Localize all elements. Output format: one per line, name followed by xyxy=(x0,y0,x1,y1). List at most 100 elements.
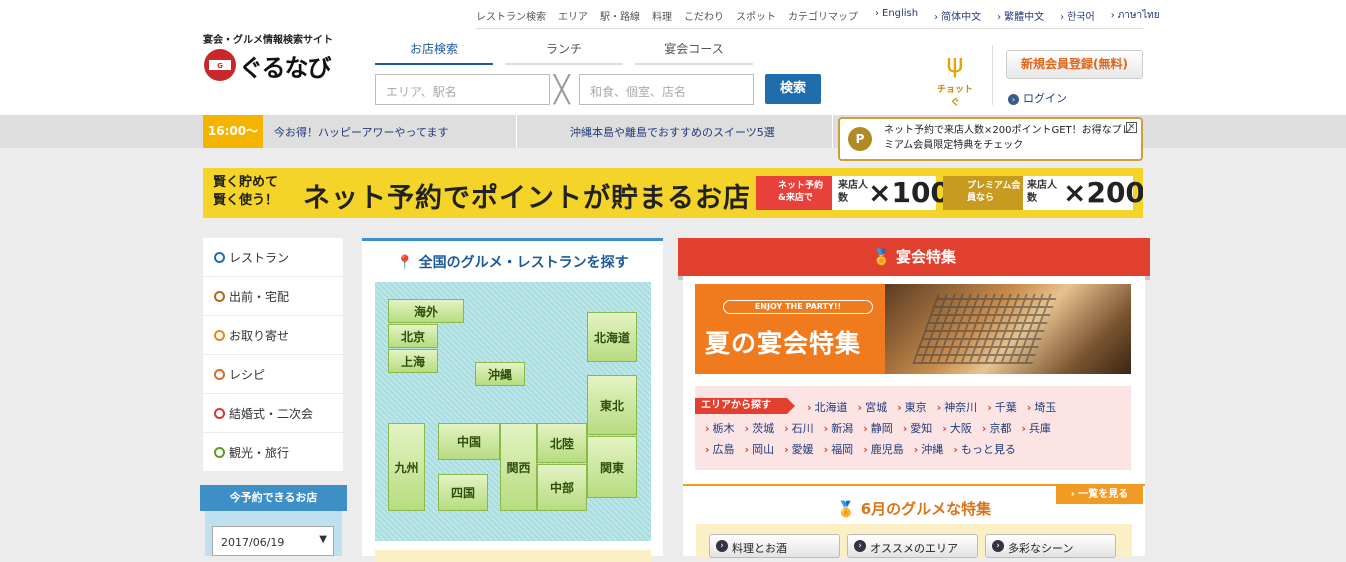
chotto-link[interactable]: ψ チョットぐ xyxy=(935,46,975,108)
logo-text: ぐるなび xyxy=(239,54,332,82)
top-nav-category-map[interactable]: カテゴリマップ xyxy=(788,8,858,23)
summer-party-promo[interactable]: ENJOY THE PARTY!! 夏の宴会特集 xyxy=(695,284,885,374)
area-link[interactable]: 埼玉 xyxy=(1027,399,1056,415)
area-link[interactable]: 岡山 xyxy=(745,441,774,457)
tab-enkai-course[interactable]: 宴会コース xyxy=(635,40,753,65)
area-link[interactable]: 静岡 xyxy=(863,420,893,436)
area-link[interactable]: 石川 xyxy=(784,420,814,436)
happy-hour-link[interactable]: 今お得！ハッピーアワーやってます xyxy=(274,124,448,140)
area-link[interactable]: 宮城 xyxy=(858,399,887,415)
enkai-title: 宴会特集 xyxy=(895,248,956,266)
cuisine-drink-button[interactable]: 料理とお酒 xyxy=(709,534,840,558)
region-kansai[interactable]: 関西 xyxy=(500,423,537,511)
top-nav-spot[interactable]: スポット xyxy=(736,8,776,23)
time-badge: 16:00〜 xyxy=(203,115,263,148)
grill-pattern xyxy=(912,294,1058,364)
recommend-area-button[interactable]: オススメのエリア xyxy=(847,534,978,558)
area-link[interactable]: 神奈川 xyxy=(937,399,977,415)
sidebar-item-otoriyose[interactable]: お取り寄せ xyxy=(203,316,343,354)
area-link[interactable]: 東京 xyxy=(897,399,927,415)
date-select[interactable]: 2017/06/19 ▼ xyxy=(212,526,334,556)
login-label: ログイン xyxy=(1023,92,1067,105)
language-links: English 简体中文 繁體中文 한국어 ภาษาไทย xyxy=(875,8,1160,23)
medal-icon: 🏅 xyxy=(872,248,891,266)
login-link[interactable]: › ログイン xyxy=(1008,90,1067,106)
area-link[interactable]: 兵庫 xyxy=(1021,420,1051,436)
divider xyxy=(516,115,517,148)
region-shanghai[interactable]: 上海 xyxy=(388,349,438,373)
scene-button[interactable]: 多彩なシーン xyxy=(985,534,1116,558)
area-link[interactable]: 新潟 xyxy=(824,420,853,436)
area-link[interactable]: 愛知 xyxy=(903,420,932,436)
lang-english[interactable]: English xyxy=(875,8,918,23)
area-link[interactable]: 愛媛 xyxy=(784,441,814,457)
area-link[interactable]: 鹿児島 xyxy=(863,441,904,457)
top-nav-station[interactable]: 駅・路線 xyxy=(600,8,640,23)
banner-box-net-count: 来店人数 xyxy=(838,180,868,204)
area-link[interactable]: 茨城 xyxy=(745,420,774,436)
tab-lunch[interactable]: ランチ xyxy=(505,40,623,65)
map-title: 📍 全国のグルメ・レストランを探す xyxy=(362,252,663,272)
sweets-link[interactable]: 沖縄本島や離島でおすすめのスイーツ5選 xyxy=(570,124,775,140)
banner-box-premium-count: 来店人数 xyxy=(1027,180,1057,204)
promo-title: 夏の宴会特集 xyxy=(705,329,862,358)
area-link[interactable]: 北海道 xyxy=(807,399,848,415)
keyword-search-input[interactable]: 和食、個室、店名 xyxy=(579,74,754,105)
map-panel: 📍 全国のグルメ・レストランを探す 海外 北京 上海 沖縄 北海道 東北 九州 … xyxy=(362,238,663,562)
area-link[interactable]: 大阪 xyxy=(942,420,972,436)
lang-simplified-chinese[interactable]: 简体中文 xyxy=(934,8,981,23)
arrow-icon: › xyxy=(1008,94,1019,105)
chevron-down-icon: ▼ xyxy=(319,534,327,545)
region-kyushu[interactable]: 九州 xyxy=(388,423,425,511)
region-overseas[interactable]: 海外 xyxy=(388,299,464,323)
sidebar-item-recipe[interactable]: レシピ xyxy=(203,355,343,393)
banner-box-net-label: ネット予約&来店で xyxy=(756,176,832,210)
top-nav-area[interactable]: エリア xyxy=(558,8,588,23)
enkai-header[interactable]: 🏅 宴会特集 xyxy=(678,238,1150,276)
area-link[interactable]: 京都 xyxy=(982,420,1011,436)
scallop-grill-image[interactable] xyxy=(885,284,1131,374)
region-tohoku[interactable]: 東北 xyxy=(587,375,637,435)
area-link[interactable]: 栃木 xyxy=(705,420,735,436)
banner-box-premium-label: プレミアム会員なら xyxy=(943,176,1023,210)
tab-shop-search[interactable]: お店検索 xyxy=(375,40,493,65)
register-button[interactable]: 新規会員登録(無料) xyxy=(1006,50,1143,79)
area-link[interactable]: 広島 xyxy=(705,441,735,457)
divider xyxy=(832,115,833,148)
region-hokuriku[interactable]: 北陸 xyxy=(537,423,587,463)
region-chugoku[interactable]: 中国 xyxy=(438,423,500,460)
region-okinawa[interactable]: 沖縄 xyxy=(475,362,525,386)
top-nav-restaurant[interactable]: レストラン検索 xyxy=(476,8,546,23)
region-chubu[interactable]: 中部 xyxy=(537,464,587,511)
region-shikoku[interactable]: 四国 xyxy=(438,474,488,511)
sidebar-item-restaurant[interactable]: レストラン xyxy=(203,238,343,276)
divider xyxy=(992,45,993,105)
sidebar-item-travel[interactable]: 観光・旅行 xyxy=(203,433,343,471)
area-link[interactable]: 千葉 xyxy=(987,399,1017,415)
lang-traditional-chinese[interactable]: 繁體中文 xyxy=(997,8,1044,23)
lang-thai[interactable]: ภาษาไทย xyxy=(1111,8,1160,23)
top-nav-cuisine[interactable]: 料理 xyxy=(652,8,672,23)
search-button[interactable]: 検索 xyxy=(765,74,821,104)
area-search-input[interactable]: エリア、駅名 xyxy=(375,74,550,105)
region-beijing[interactable]: 北京 xyxy=(388,324,438,348)
points-popup[interactable]: P ネット予約で来店人数×200ポイントGET！お得なプレミアム会員限定特典をチ… xyxy=(838,117,1143,161)
area-link[interactable]: 福岡 xyxy=(824,441,853,457)
point-banner[interactable]: 賢く貯めて 賢く使う！ ネット予約でポイントが貯まるお店 ネット予約&来店で 来… xyxy=(203,168,1143,218)
enkai-section: 🏅 宴会特集 ENJOY THE PARTY!! 夏の宴会特集 エリアから探す … xyxy=(678,238,1150,558)
banner-left-text: 賢く貯めて 賢く使う！ xyxy=(213,175,279,208)
area-link[interactable]: 沖縄 xyxy=(914,441,943,457)
region-kanto[interactable]: 関東 xyxy=(587,436,637,498)
area-more-link[interactable]: もっと見る xyxy=(953,441,1016,457)
gnavi-logo[interactable]: G ぐるなび xyxy=(203,46,333,84)
close-icon[interactable]: × xyxy=(1126,122,1137,133)
gurume-feature: › 一覧を見る 🏅 6月のグルメな特集 料理とお酒 オススメのエリア 多彩なシー… xyxy=(683,484,1145,558)
sidebar-item-delivery[interactable]: 出前・宅配 xyxy=(203,277,343,315)
region-hokkaido[interactable]: 北海道 xyxy=(587,312,637,362)
top-nav: レストラン検索 エリア 駅・路線 料理 こだわり スポット カテゴリマップ xyxy=(476,8,858,23)
area-tag: エリアから探す xyxy=(695,398,795,414)
search-tabs: お店検索 ランチ 宴会コース xyxy=(375,40,753,65)
top-nav-kodawari[interactable]: こだわり xyxy=(684,8,724,23)
lang-korean[interactable]: 한국어 xyxy=(1060,8,1095,23)
sidebar-item-wedding[interactable]: 結婚式・二次会 xyxy=(203,394,343,432)
